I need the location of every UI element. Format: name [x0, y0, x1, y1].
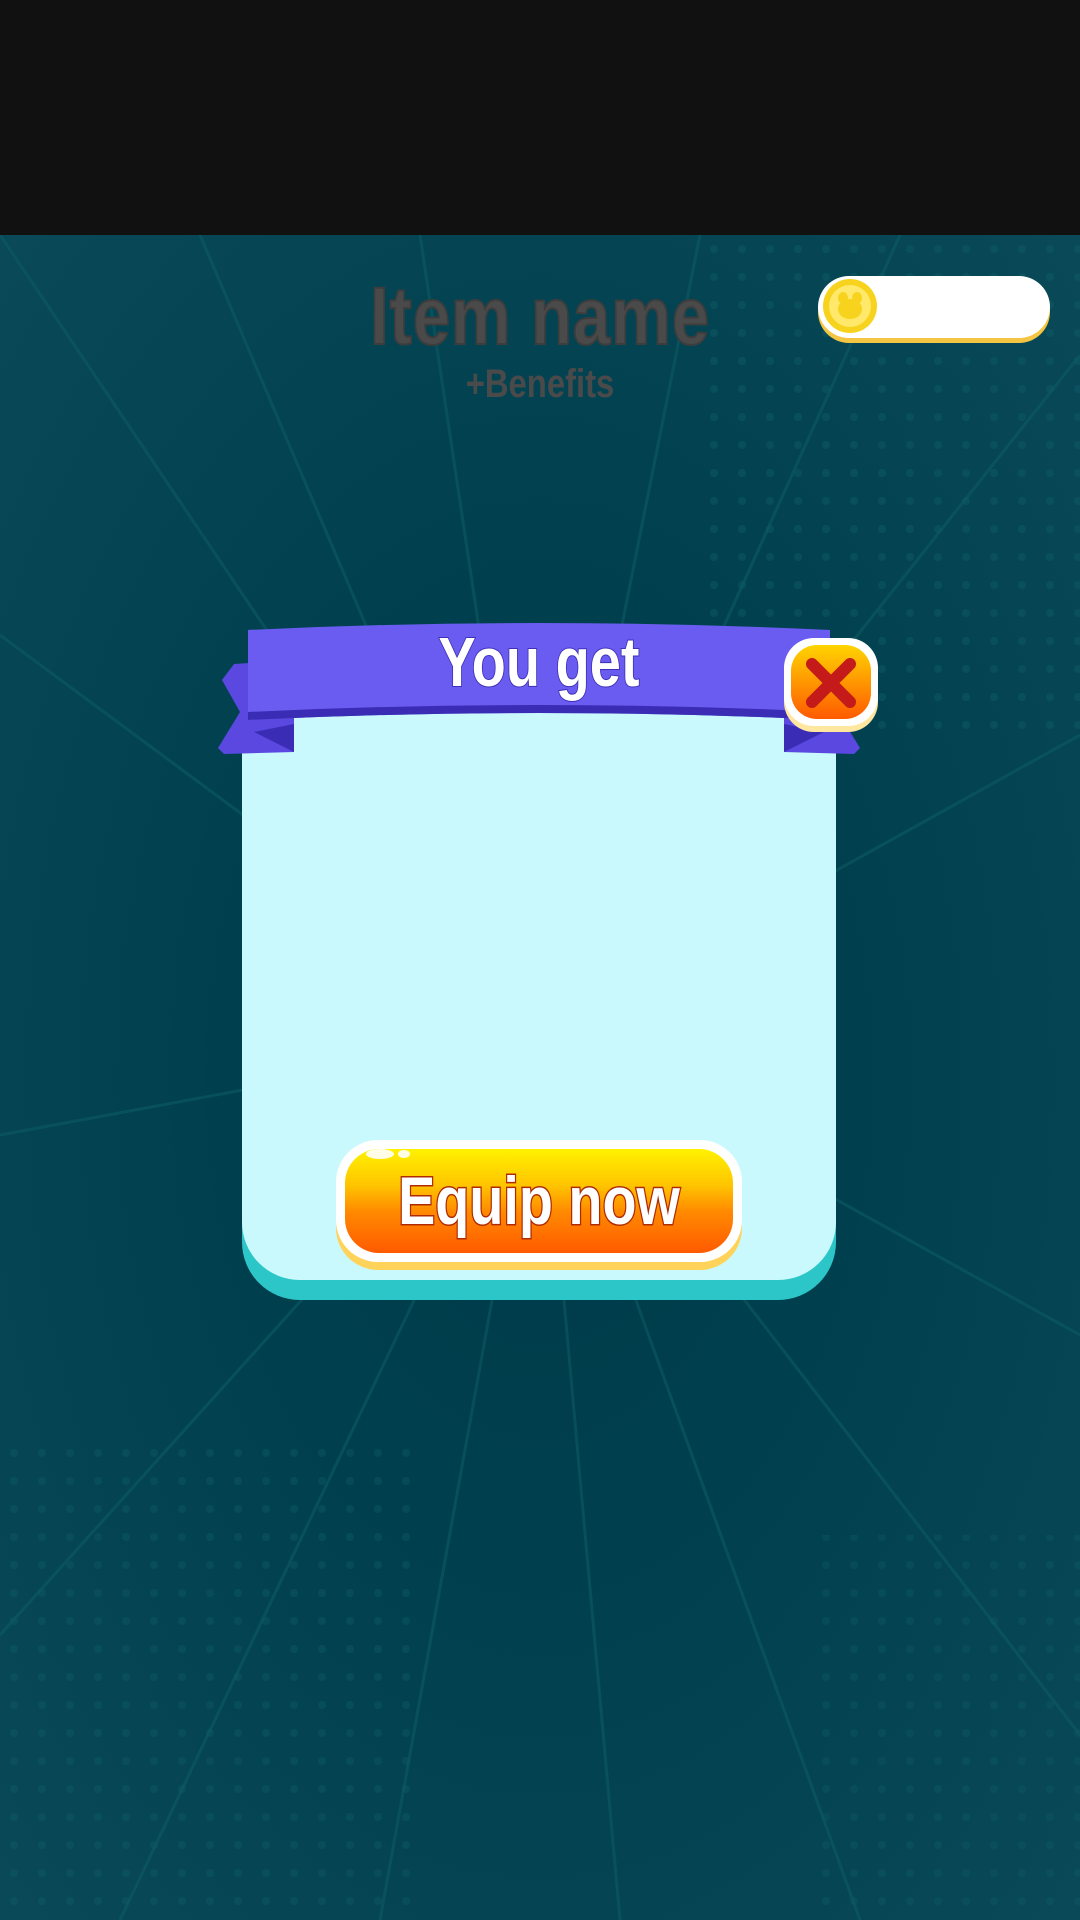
status-bar-area — [0, 0, 1080, 235]
game-screen: Item name +Benefits You get Equip now — [0, 0, 1080, 1920]
dialog-title: You get — [438, 622, 641, 702]
benefits-subtitle: +Benefits — [465, 362, 615, 406]
close-button[interactable] — [782, 636, 880, 736]
equip-now-button[interactable]: Equip now — [336, 1140, 742, 1276]
equip-now-label: Equip now — [397, 1162, 681, 1241]
coin-icon — [823, 279, 877, 333]
